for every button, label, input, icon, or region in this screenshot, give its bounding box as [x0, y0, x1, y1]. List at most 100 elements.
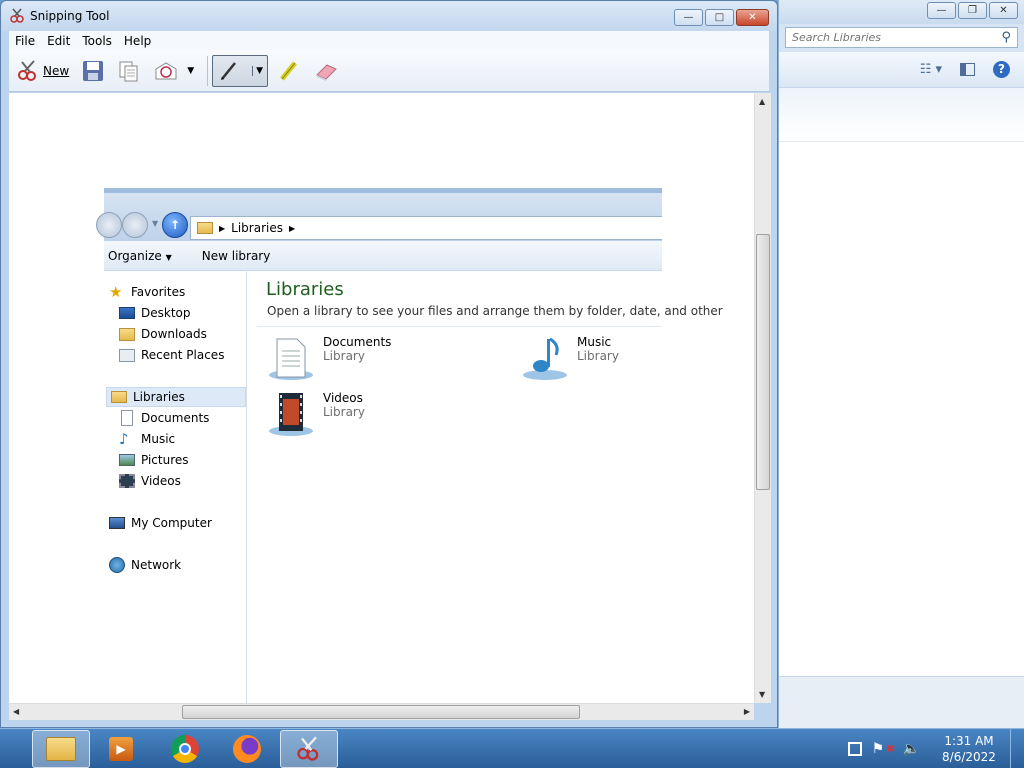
- send-snip-button[interactable]: ▼: [150, 55, 197, 87]
- nav-libraries: Libraries: [106, 387, 246, 407]
- clock-time: 1:31 AM: [944, 734, 994, 748]
- libraries-heading: Libraries: [266, 279, 344, 300]
- copy-icon: [119, 61, 138, 81]
- libraries-icon: [111, 391, 127, 403]
- change-view-icon[interactable]: ☷ ▾: [920, 62, 942, 77]
- bg-close-button[interactable]: ✕: [989, 2, 1018, 19]
- library-folder-icon: [197, 222, 213, 234]
- library-type: Library: [323, 405, 365, 419]
- menu-bar: File Edit Tools Help: [9, 31, 769, 50]
- clock[interactable]: 1:31 AM 8/6/2022: [934, 733, 1004, 765]
- nav-favorites: ★ Favorites: [109, 283, 186, 301]
- action-center-error-icon: ✖: [886, 743, 895, 755]
- background-explorer-window: — ❐ ✕ ⚲ ☷ ▾ ?: [778, 0, 1024, 728]
- recent-places-icon: [119, 348, 135, 362]
- maximize-button[interactable]: □: [705, 9, 734, 26]
- scroll-right-icon[interactable]: ▶: [744, 707, 750, 716]
- eraser-button[interactable]: [310, 55, 342, 87]
- menu-tools[interactable]: Tools: [76, 34, 118, 48]
- new-library-command: New library: [201, 248, 271, 263]
- search-input[interactable]: [792, 31, 982, 44]
- bg-restore-button[interactable]: ❐: [958, 2, 987, 19]
- eraser-icon: [316, 63, 337, 81]
- library-music: Music Library: [521, 335, 619, 381]
- search-box[interactable]: ⚲: [785, 27, 1018, 48]
- downloads-folder-icon: [119, 327, 135, 341]
- library-name: Documents: [323, 335, 392, 349]
- horizontal-scrollbar[interactable]: ◀ ▶: [9, 703, 754, 720]
- captured-command-bar: Organize ▼ New library: [104, 241, 662, 271]
- taskbar-file-explorer[interactable]: [32, 730, 90, 768]
- menu-help[interactable]: Help: [118, 34, 157, 48]
- videos-icon: [119, 474, 135, 488]
- preview-pane-icon[interactable]: [960, 63, 975, 76]
- nav-pictures: Pictures: [119, 450, 189, 470]
- bg-minimize-button[interactable]: —: [927, 2, 956, 19]
- save-button[interactable]: [78, 55, 108, 87]
- taskbar: ▶ ⚑ ✖ 🔈 1:31 AM 8/6/2022: [0, 728, 1024, 768]
- copy-button[interactable]: [114, 55, 144, 87]
- background-header: [779, 88, 1024, 142]
- search-icon[interactable]: ⚲: [1001, 30, 1011, 45]
- pen-icon: [221, 61, 237, 80]
- media-player-icon: ▶: [109, 737, 133, 761]
- horizontal-scroll-thumb[interactable]: [182, 705, 580, 719]
- breadcrumb: Libraries: [231, 221, 283, 235]
- scroll-down-icon[interactable]: ▼: [759, 690, 765, 699]
- taskbar-snipping-tool[interactable]: [280, 730, 338, 768]
- show-desktop-button[interactable]: [1010, 729, 1024, 768]
- save-icon: [83, 60, 104, 81]
- captured-content: Libraries Open a library to see your fil…: [247, 271, 723, 703]
- music-library-icon: [523, 337, 567, 380]
- pen-button[interactable]: ▼: [212, 54, 269, 87]
- taskbar-chrome[interactable]: [156, 730, 214, 768]
- close-button[interactable]: ✕: [736, 9, 769, 26]
- scroll-left-icon[interactable]: ◀: [13, 707, 19, 716]
- recent-dropdown-icon: ▼: [152, 219, 159, 228]
- nav-music: ♪ Music: [119, 430, 176, 448]
- action-center-flag-icon[interactable]: ⚑: [872, 741, 885, 757]
- window-title: Snipping Tool: [30, 9, 110, 23]
- videos-library-icon: [269, 393, 313, 436]
- scissors-icon: [10, 8, 24, 23]
- pen-dropdown-icon[interactable]: ▼: [252, 65, 263, 76]
- new-label: New: [43, 63, 70, 78]
- new-snip-icon: [18, 59, 36, 81]
- taskbar-media-player[interactable]: ▶: [92, 730, 150, 768]
- new-snip-button[interactable]: New: [13, 55, 72, 87]
- minimize-button[interactable]: —: [674, 9, 703, 26]
- highlighter-button[interactable]: [274, 55, 304, 87]
- details-pane: [779, 676, 1024, 728]
- documents-icon: [121, 410, 133, 426]
- nav-recent-places: Recent Places: [119, 345, 224, 365]
- forward-button-icon: [122, 212, 148, 238]
- firefox-icon: [233, 735, 261, 763]
- vertical-scroll-thumb[interactable]: [756, 234, 770, 490]
- computer-icon: [109, 517, 125, 529]
- menu-edit[interactable]: Edit: [41, 34, 76, 48]
- library-type: Library: [577, 349, 619, 363]
- nav-my-computer: My Computer: [109, 513, 212, 533]
- scroll-up-icon[interactable]: ▲: [759, 97, 765, 106]
- star-icon: ★: [109, 283, 123, 301]
- captured-explorer: ▼ ↑ ▶ Libraries ▶ Organize ▼ New library…: [96, 188, 723, 703]
- send-dropdown-icon[interactable]: ▼: [187, 66, 194, 76]
- library-documents: Documents Library: [267, 335, 391, 381]
- snipping-titlebar: Snipping Tool — □ ✕: [1, 1, 777, 31]
- pictures-icon: [119, 454, 135, 466]
- help-icon[interactable]: ?: [993, 61, 1010, 78]
- captured-navbar: ▼ ↑ ▶ Libraries ▶: [96, 188, 662, 241]
- taskbar-firefox[interactable]: [218, 730, 276, 768]
- menu-file[interactable]: File: [9, 34, 41, 48]
- volume-icon[interactable]: 🔈: [903, 741, 920, 757]
- up-button-icon: ↑: [162, 212, 188, 238]
- captured-address-bar: ▶ Libraries ▶: [190, 216, 662, 240]
- organize-menu: Organize ▼: [108, 248, 172, 263]
- breadcrumb-arrow-icon: ▶: [219, 223, 226, 233]
- network-status-icon[interactable]: [847, 742, 862, 756]
- system-tray: ⚑ ✖ 🔈 1:31 AM 8/6/2022: [847, 729, 1024, 768]
- captured-nav-pane: ★ Favorites Desktop Downloads Recent Pla…: [104, 271, 247, 703]
- nav-videos: Videos: [119, 471, 181, 491]
- vertical-scrollbar[interactable]: ▲ ▼: [754, 93, 771, 703]
- snip-canvas[interactable]: ▼ ↑ ▶ Libraries ▶ Organize ▼ New library…: [9, 93, 754, 703]
